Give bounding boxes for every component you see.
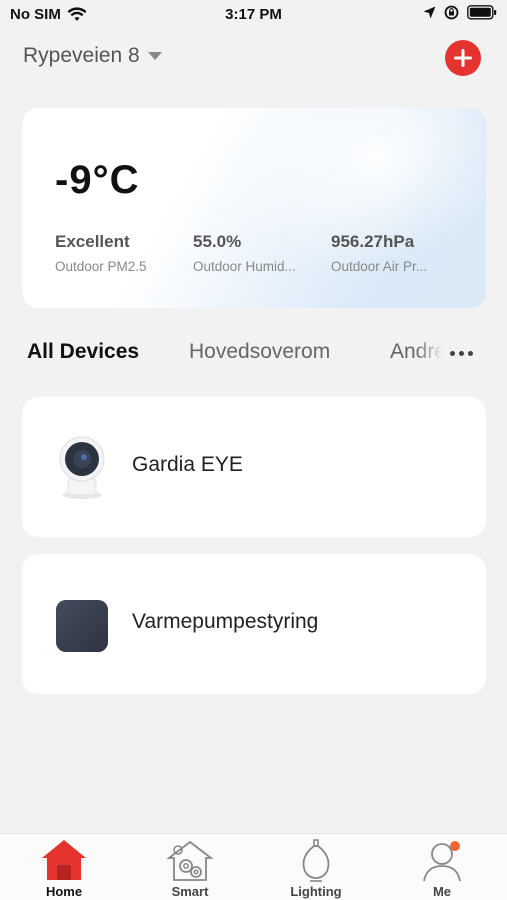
nav-label: Lighting	[290, 884, 342, 899]
battery-icon	[467, 5, 497, 20]
device-card-varmepumpestyring[interactable]: Varmepumpestyring	[22, 554, 486, 694]
home-name: Rypeveien 8	[23, 44, 140, 67]
device-name: Gardia EYE	[132, 453, 243, 476]
device-card-gardia-eye[interactable]: Gardia EYE	[22, 397, 486, 537]
header: Rypeveien 8	[0, 38, 507, 78]
tab-andre-clip: Andre	[390, 340, 444, 364]
more-dot	[459, 350, 464, 356]
device-name: Varmepumpestyring	[132, 610, 319, 633]
nav-label: Smart	[171, 884, 209, 899]
nav-label: Home	[45, 884, 83, 899]
metric-humidity: 55.0% Outdoor Humid...	[193, 232, 323, 274]
metric-pm25: Excellent Outdoor PM2.5	[55, 232, 185, 274]
metric-value: 55.0%	[193, 232, 242, 251]
lightbulb-icon	[302, 839, 330, 882]
weather-card[interactable]: -9°C Excellent Outdoor PM2.5 55.0% Outdo…	[22, 108, 486, 308]
home-icon	[42, 840, 86, 880]
metric-label: Outdoor Air Pr...	[331, 259, 428, 274]
rotation-lock-icon	[444, 5, 459, 20]
hub-device-icon	[56, 600, 108, 652]
status-right	[423, 5, 497, 20]
metric-label: Outdoor Humid...	[193, 259, 296, 274]
metric-air-pressure: 956.27hPa Outdoor Air Pr...	[331, 232, 461, 274]
profile-icon	[423, 841, 461, 882]
tab-hovedsoverom[interactable]: Hovedsoverom	[189, 340, 330, 364]
add-device-button[interactable]	[445, 40, 481, 76]
nav-smart[interactable]: Smart	[140, 834, 240, 900]
plus-icon	[454, 49, 472, 67]
metric-value: Excellent	[55, 232, 130, 251]
nav-lighting[interactable]: Lighting	[266, 834, 366, 900]
notification-dot	[450, 841, 460, 851]
card-glare	[197, 108, 486, 308]
bottom-tab-bar: Home Smart Lighting Me	[0, 833, 507, 900]
more-dot	[450, 350, 455, 356]
metric-value: 956.27hPa	[331, 232, 415, 251]
tab-all-devices[interactable]: All Devices	[27, 340, 139, 364]
nav-home[interactable]: Home	[14, 834, 114, 900]
temperature-value: -9°C	[55, 158, 140, 202]
more-tabs-button[interactable]	[450, 346, 480, 360]
more-dot	[468, 350, 473, 356]
nav-me[interactable]: Me	[392, 834, 492, 900]
caret-down-icon	[147, 51, 162, 60]
tab-fade	[414, 340, 444, 364]
home-selector[interactable]: Rypeveien 8	[23, 44, 162, 68]
smart-scene-icon	[166, 840, 214, 881]
camera-icon	[59, 436, 105, 499]
room-tabs: All Devices Hovedsoverom Andre	[0, 336, 507, 370]
location-arrow-icon	[423, 6, 436, 19]
metric-label: Outdoor PM2.5	[55, 259, 147, 274]
status-bar: No SIM 3:17 PM	[0, 0, 507, 30]
nav-label: Me	[432, 884, 452, 899]
